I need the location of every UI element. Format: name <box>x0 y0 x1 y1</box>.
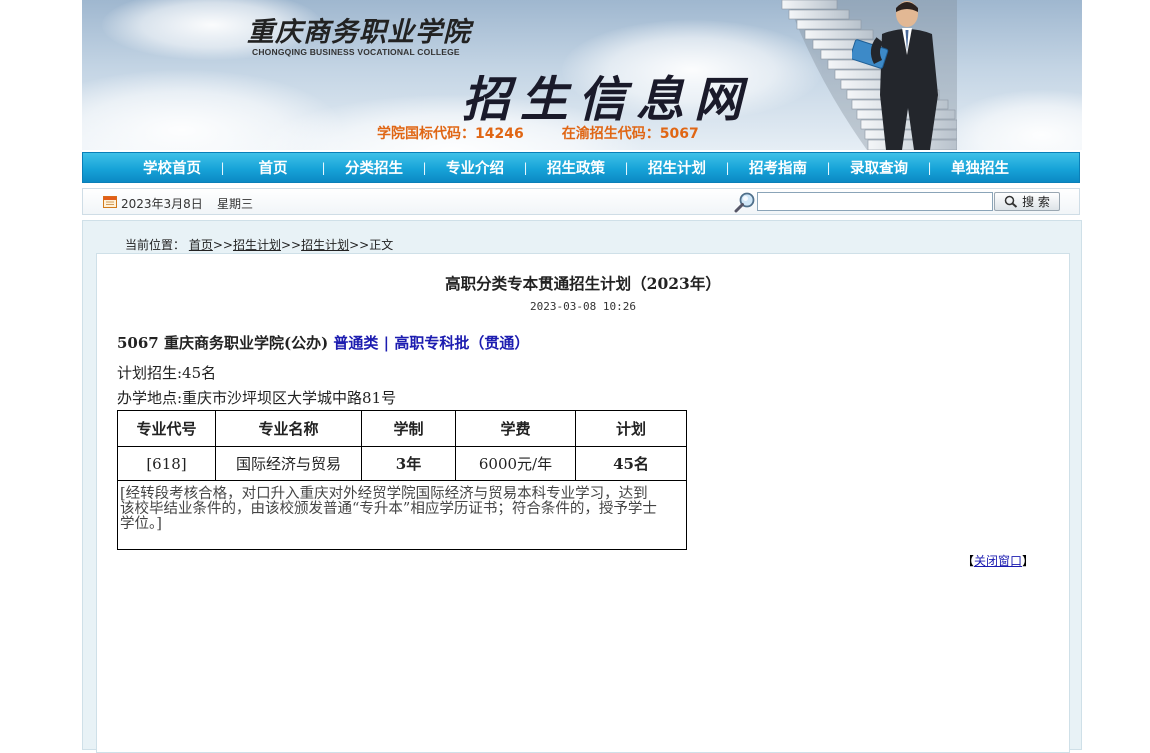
breadcrumb-link-plan[interactable]: 招生计划 <box>233 238 281 252</box>
local-code: 在渝招生代码：5067 <box>561 126 699 142</box>
nav-separator: | <box>321 160 326 175</box>
current-weekday: 星期三 <box>217 197 254 211</box>
nav-item-plan[interactable]: 招生计划 <box>633 157 721 178</box>
breadcrumb-sep: >> <box>349 238 370 252</box>
national-code: 学院国标代码：14246 <box>377 126 524 142</box>
header-major-code: 专业代号 <box>117 410 216 447</box>
cell-plan: 45名 <box>575 446 687 481</box>
nav-separator: | <box>725 160 730 175</box>
businessman-illustration <box>852 1 938 150</box>
cell-major-name: 国际经济与贸易 <box>215 446 362 481</box>
content-frame: 当前位置： 首页>>招生计划>>招生计划>>正文 高职分类专本贯通招生计划（20… <box>82 220 1082 753</box>
nav-separator: | <box>927 160 932 175</box>
nav-item-results[interactable]: 录取查询 <box>835 157 923 178</box>
header-major-name: 专业名称 <box>215 410 362 447</box>
nav-item-independent[interactable]: 单独招生 <box>936 157 1024 178</box>
nav-item-school-home[interactable]: 学校首页 <box>128 157 216 178</box>
close-bracket-close: 】 <box>1021 554 1034 568</box>
college-logo[interactable]: 重庆商务职业学院 CHONGQING BUSINESS VOCATIONAL C… <box>247 10 507 60</box>
calendar-icon <box>103 196 117 208</box>
breadcrumb-sep: >> <box>280 238 302 252</box>
article-panel: 高职分类专本贯通招生计划（2023年） 2023-03-08 10:26 506… <box>96 253 1070 753</box>
school-code: 5067 <box>117 334 159 352</box>
table-header-row: 专业代号 专业名称 学制 学费 计划 <box>117 410 687 447</box>
cell-tuition: 6000元/年 <box>455 446 576 481</box>
admission-codes: 学院国标代码：14246 在渝招生代码：5067 <box>377 123 737 143</box>
header-plan: 计划 <box>575 410 687 447</box>
search-button-label: 搜 索 <box>1022 195 1050 209</box>
nav-separator: | <box>422 160 427 175</box>
search-icon <box>1004 195 1018 208</box>
current-date: 2023年3月8日 <box>121 197 203 211</box>
category-divider: | <box>383 334 390 352</box>
college-name-en: CHONGQING BUSINESS VOCATIONAL COLLEGE <box>252 47 460 57</box>
breadcrumb-link-plan-sub[interactable]: 招生计划 <box>301 238 349 252</box>
site-title: 招生信息网 <box>462 72 753 128</box>
table-row: [618] 国际经济与贸易 3年 6000元/年 45名 <box>117 446 687 481</box>
close-bracket-open: 【 <box>961 554 974 568</box>
page-wrapper: 重庆商务职业学院 CHONGQING BUSINESS VOCATIONAL C… <box>82 0 1082 753</box>
search-button[interactable]: 搜 索 <box>994 192 1060 211</box>
breadcrumb-prefix: 当前位置： <box>125 238 186 252</box>
breadcrumb-current: 正文 <box>369 238 394 252</box>
school-name: 重庆商务职业学院(公办) <box>163 334 329 352</box>
nav-separator: | <box>523 160 528 175</box>
header-banner: 重庆商务职业学院 CHONGQING BUSINESS VOCATIONAL C… <box>82 0 1082 150</box>
nav-item-majors[interactable]: 专业介绍 <box>431 157 519 178</box>
nav-item-category-admission[interactable]: 分类招生 <box>330 157 418 178</box>
close-window-link[interactable]: 关闭窗口 <box>974 554 1022 568</box>
plan-total: 计划招生:45名 <box>117 364 217 382</box>
plan-table: 专业代号 专业名称 学制 学费 计划 [618] 国际经济与贸易 3年 6000… <box>117 410 687 550</box>
cell-major-code: [618] <box>117 446 216 481</box>
article-timestamp: 2023-03-08 10:26 <box>530 300 636 313</box>
search-magnifier-icon <box>734 192 755 213</box>
college-name-cn: 重庆商务职业学院 <box>247 17 471 48</box>
nav-item-guide[interactable]: 招考指南 <box>734 157 822 178</box>
nav-item-policy[interactable]: 招生政策 <box>532 157 620 178</box>
breadcrumb-link-home[interactable]: 首页 <box>189 238 213 252</box>
category-label: 普通类 <box>333 334 379 352</box>
cell-duration: 3年 <box>361 446 456 481</box>
table-note-row: [经转段考核合格，对口升入重庆对外经贸学院国际经济与贸易本科专业学习，达到该校毕… <box>117 480 687 550</box>
nav-item-home[interactable]: 首页 <box>229 157 317 178</box>
nav-separator: | <box>826 160 831 175</box>
batch-label: 高职专科批（贯通） <box>394 334 530 352</box>
school-heading: 5067 重庆商务职业学院(公办) 普通类 | 高职专科批（贯通） <box>117 332 529 353</box>
search-input[interactable] <box>757 192 993 211</box>
school-location: 办学地点:重庆市沙坪坝区大学城中路81号 <box>117 389 397 407</box>
breadcrumb: 当前位置： 首页>>招生计划>>招生计划>>正文 <box>125 236 393 253</box>
nav-separator: | <box>220 160 225 175</box>
table-note: [经转段考核合格，对口升入重庆对外经贸学院国际经济与贸易本科专业学习，达到该校毕… <box>117 480 687 550</box>
header-duration: 学制 <box>361 410 456 447</box>
nav-separator: | <box>624 160 629 175</box>
header-tuition: 学费 <box>455 410 576 447</box>
breadcrumb-sep: >> <box>212 238 233 252</box>
date-search-bar: 2023年3月8日 星期三 搜 索 <box>82 188 1080 215</box>
close-window: 【关闭窗口】 <box>962 552 1034 569</box>
article-title: 高职分类专本贯通招生计划（2023年） <box>445 274 721 293</box>
main-nav: 学校首页 | 首页 | 分类招生 | 专业介绍 | 招生政策 | 招生计划 | … <box>82 152 1080 183</box>
